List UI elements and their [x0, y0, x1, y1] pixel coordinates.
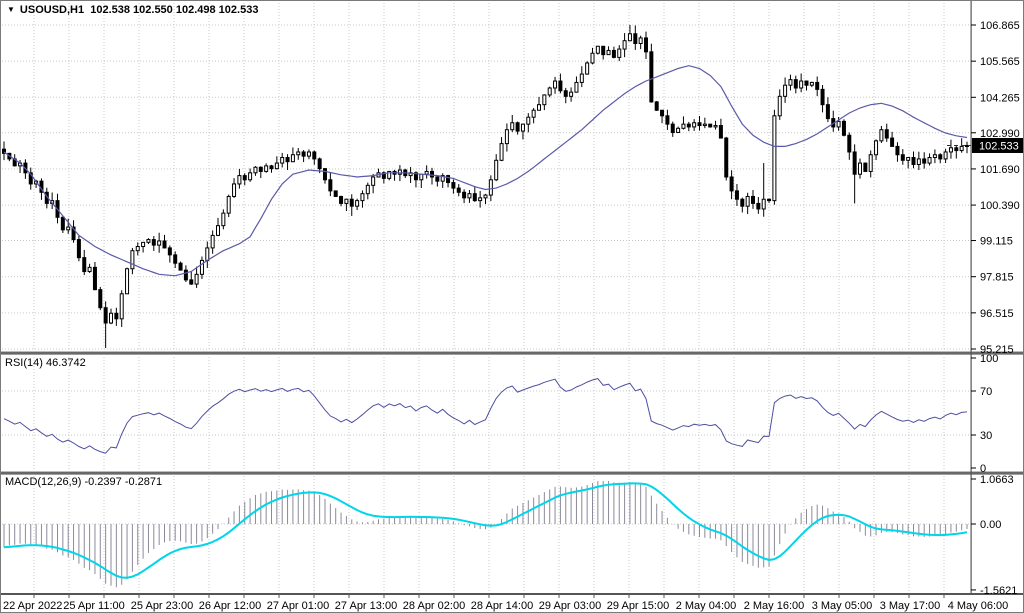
svg-text:96.515: 96.515	[980, 308, 1014, 320]
svg-text:27 Apr 01:00: 27 Apr 01:00	[267, 600, 329, 612]
svg-text:2 May 16:00: 2 May 16:00	[744, 600, 805, 612]
svg-text:2 May 04:00: 2 May 04:00	[676, 600, 737, 612]
svg-text:4 May 06:00: 4 May 06:00	[948, 600, 1009, 612]
time-axis-labels: 22 Apr 202225 Apr 11:00 25 Apr 23:00 26 Ap…	[3, 594, 1008, 612]
svg-text:0.00: 0.00	[980, 519, 1001, 531]
svg-text:104.265: 104.265	[980, 92, 1020, 104]
svg-text:105.565: 105.565	[980, 56, 1020, 68]
panel-dividers	[1, 1, 1024, 595]
svg-text:27 Apr 13:00: 27 Apr 13:00	[335, 600, 397, 612]
svg-text:-1.5621: -1.5621	[980, 585, 1017, 597]
svg-text:97.815: 97.815	[980, 272, 1014, 284]
candles	[3, 25, 969, 348]
macd-histogram	[4, 481, 967, 587]
symbol-header: ▼ USOUSD,H1 102.538 102.550 102.498 102.…	[7, 4, 258, 16]
svg-text:22 Apr 2022: 22 Apr 2022	[3, 600, 62, 612]
current-price-tag: 102.533	[947, 138, 1024, 153]
svg-text:102.990: 102.990	[980, 128, 1020, 140]
svg-text:3 May 05:00: 3 May 05:00	[812, 600, 873, 612]
svg-text:29 Apr 03:00: 29 Apr 03:00	[539, 600, 601, 612]
svg-text:3 May 17:00: 3 May 17:00	[880, 600, 941, 612]
chart-window: 106.865 105.565 104.265 102.990 101.690 100.3…	[0, 0, 1024, 613]
svg-text:106.865: 106.865	[980, 20, 1020, 32]
svg-text:25 Apr 23:00: 25 Apr 23:00	[131, 600, 193, 612]
rsi-axis-labels: 10070300	[971, 353, 998, 475]
price-axis-labels: 106.865 105.565 104.265 102.990 101.690 100.3…	[971, 20, 1020, 356]
svg-text:28 Apr 02:00: 28 Apr 02:00	[403, 600, 465, 612]
symbol-dropdown-icon[interactable]: ▼	[7, 6, 15, 14]
svg-text:102.533: 102.533	[979, 140, 1019, 152]
rsi-line	[4, 379, 967, 454]
svg-text:28 Apr 14:00: 28 Apr 14:00	[471, 600, 533, 612]
macd-axis-labels: 1.0663 0.00 -1.5621	[971, 474, 1017, 597]
svg-text:100: 100	[980, 353, 998, 365]
svg-text:29 Apr 15:00: 29 Apr 15:00	[607, 600, 669, 612]
svg-text:100.390: 100.390	[980, 200, 1020, 212]
svg-text:26 Apr 12:00: 26 Apr 12:00	[199, 600, 261, 612]
svg-text:1.0663: 1.0663	[980, 474, 1014, 486]
svg-text:70: 70	[980, 386, 992, 398]
svg-text:101.690: 101.690	[980, 164, 1020, 176]
macd-label: MACD(12,26,9) -0.2397 -0.2871	[5, 476, 162, 488]
svg-text:25 Apr 11:00: 25 Apr 11:00	[63, 600, 125, 612]
symbol-ohlc-text: USOUSD,H1 102.538 102.550 102.498 102.53…	[20, 4, 259, 16]
svg-text:99.115: 99.115	[980, 236, 1013, 248]
chart-canvas[interactable]: 106.865 105.565 104.265 102.990 101.690 100.3…	[1, 1, 1024, 613]
svg-text:30: 30	[980, 430, 992, 442]
rsi-label: RSI(14) 46.3742	[5, 357, 86, 369]
